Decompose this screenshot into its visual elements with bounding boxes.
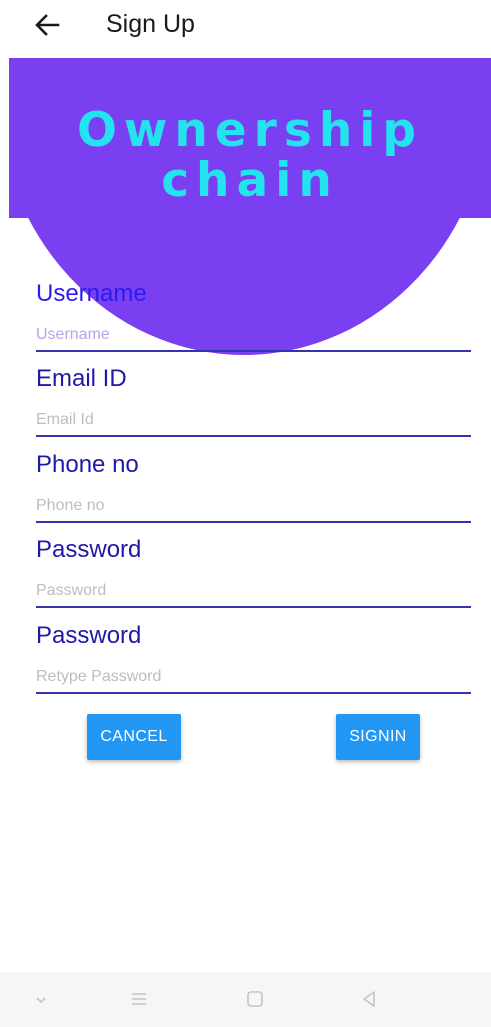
home-square-icon[interactable] — [242, 986, 268, 1012]
password-input[interactable] — [36, 576, 471, 608]
cancel-button[interactable]: CANCEL — [87, 714, 181, 760]
username-label: Username — [36, 280, 147, 307]
back-button[interactable] — [30, 8, 64, 42]
signup-screen: Sign Up Ownership chain Username Email I… — [0, 0, 491, 1027]
retype-password-input[interactable] — [36, 662, 471, 694]
page-title: Sign Up — [106, 10, 195, 38]
brand-title-line2: chain — [161, 153, 339, 208]
email-label: Email ID — [36, 365, 127, 392]
arrow-left-icon — [35, 14, 60, 36]
username-input[interactable] — [36, 320, 471, 352]
signin-button[interactable]: SIGNIN — [336, 714, 420, 760]
system-nav-bar — [0, 972, 491, 1027]
brand-title: Ownership chain — [9, 106, 491, 206]
chevron-down-icon[interactable] — [28, 986, 54, 1012]
brand-banner: Ownership chain — [9, 58, 491, 363]
phone-label: Phone no — [36, 451, 139, 478]
phone-input[interactable] — [36, 491, 471, 523]
password-label: Password — [36, 536, 142, 563]
email-input[interactable] — [36, 405, 471, 437]
app-bar: Sign Up — [0, 0, 491, 58]
menu-icon[interactable] — [126, 986, 152, 1012]
back-triangle-icon[interactable] — [356, 986, 382, 1012]
brand-title-line1: Ownership — [76, 103, 424, 158]
retype-password-label: Password — [36, 622, 142, 649]
